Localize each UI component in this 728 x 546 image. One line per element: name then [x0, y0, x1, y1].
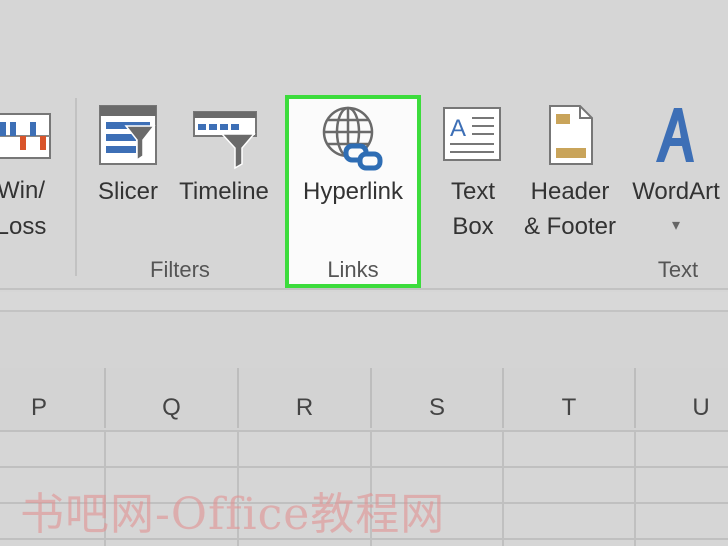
hyperlink-button[interactable]: Hyperlink [292, 100, 414, 220]
formula-bar[interactable] [0, 310, 728, 370]
wordart-dropdown-icon: ▾ [671, 217, 681, 234]
column-header-r[interactable]: R [239, 368, 372, 428]
ribbon-border [0, 288, 728, 290]
column-header-t[interactable]: T [504, 368, 636, 428]
filters-group-label: Filters [150, 257, 210, 282]
column-header-s[interactable]: S [372, 368, 504, 428]
hyperlink-label: Hyperlink [302, 178, 404, 205]
header-footer-label-line2: & Footer [523, 213, 617, 240]
column-header-p[interactable]: P [0, 368, 106, 428]
slicer-button[interactable]: Slicer [92, 100, 164, 220]
winloss-sparkline-icon [0, 113, 51, 159]
header-footer-icon [549, 105, 593, 165]
winloss-label-line2: Loss [0, 213, 47, 240]
winloss-label-line1: Win/ [0, 177, 45, 204]
column-header-q[interactable]: Q [106, 368, 239, 428]
ribbon-gap [0, 292, 728, 310]
column-header-row: P Q R S T U [0, 368, 728, 430]
grid-line [634, 430, 636, 546]
timeline-icon [193, 111, 257, 170]
separator [75, 98, 77, 276]
header-footer-label-line1: Header [530, 178, 610, 205]
grid-line [0, 430, 728, 432]
text-box-icon: A [443, 107, 501, 161]
hyperlink-icon [322, 106, 383, 171]
winloss-sparkline-button[interactable]: Win/ Loss [0, 100, 62, 250]
watermark: 书吧网-Office教程网 [20, 489, 446, 540]
wordart-button[interactable]: WordArt ▾ [626, 100, 726, 250]
header-footer-button[interactable]: Header & Footer [518, 100, 622, 250]
grid-line [502, 430, 504, 546]
text-group-label: Text [657, 257, 699, 282]
links-group-label: Links [327, 257, 379, 282]
svg-text:A: A [450, 115, 466, 142]
text-box-label-line1: Text [450, 178, 495, 205]
grid-line [0, 466, 728, 468]
wordart-icon [656, 108, 694, 162]
text-box-button[interactable]: A Text Box [438, 100, 508, 250]
ribbon-insert-tab: Win/ Loss Slicer Timeline Filters Hyperl… [0, 0, 728, 292]
slicer-label: Slicer [97, 178, 158, 205]
timeline-label: Timeline [179, 178, 269, 205]
wordart-label: WordArt [632, 178, 720, 205]
text-box-label-line2: Box [452, 213, 494, 240]
timeline-button[interactable]: Timeline [174, 100, 274, 220]
column-header-u[interactable]: U [636, 368, 728, 428]
slicer-icon [99, 105, 157, 165]
